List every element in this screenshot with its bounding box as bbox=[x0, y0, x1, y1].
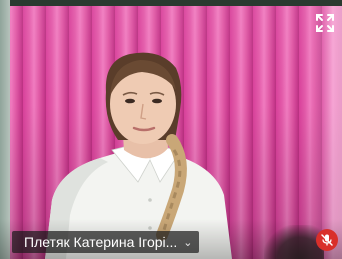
participant-name-menu[interactable]: Плетяк Катерина Ігорі... ⌄ bbox=[12, 231, 199, 253]
participant-name: Плетяк Катерина Ігорі... bbox=[24, 234, 178, 250]
chevron-down-icon: ⌄ bbox=[183, 236, 193, 249]
video-tile[interactable]: Плетяк Катерина Ігорі... ⌄ bbox=[0, 0, 342, 259]
mic-muted-icon bbox=[316, 229, 338, 251]
expand-icon[interactable] bbox=[314, 12, 336, 34]
foreground-object bbox=[264, 225, 324, 259]
